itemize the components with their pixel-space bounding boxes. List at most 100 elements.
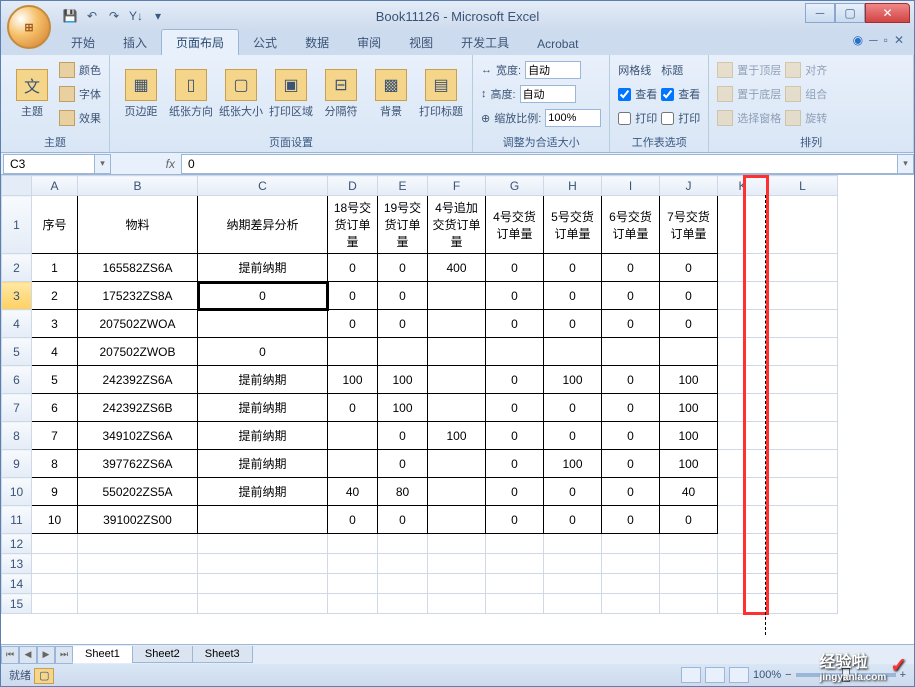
cell[interactable] xyxy=(78,554,198,574)
row-header-9[interactable]: 9 xyxy=(2,450,32,478)
row-header-12[interactable]: 12 xyxy=(2,534,32,554)
cell[interactable]: 0 xyxy=(198,338,328,366)
cell[interactable]: 100 xyxy=(328,366,378,394)
cell[interactable] xyxy=(486,338,544,366)
cell[interactable] xyxy=(328,450,378,478)
cell[interactable] xyxy=(660,574,718,594)
redo-icon[interactable]: ↷ xyxy=(105,7,123,25)
cell[interactable]: 0 xyxy=(602,310,660,338)
cell[interactable]: 207502ZWOB xyxy=(78,338,198,366)
width-input[interactable] xyxy=(525,61,581,79)
cell[interactable] xyxy=(198,310,328,338)
cell[interactable]: 0 xyxy=(660,310,718,338)
cell[interactable] xyxy=(768,422,838,450)
cell[interactable] xyxy=(768,506,838,534)
cell[interactable]: 40 xyxy=(660,478,718,506)
cell[interactable]: 18号交货订单量 xyxy=(328,196,378,254)
cell[interactable]: 0 xyxy=(378,310,428,338)
cell[interactable] xyxy=(768,282,838,310)
orientation-button[interactable]: ▯纸张方向 xyxy=(168,59,214,129)
cell[interactable]: 0 xyxy=(544,422,602,450)
bring-front-button[interactable]: 置于顶层 xyxy=(717,59,781,81)
cell[interactable] xyxy=(428,594,486,614)
cell[interactable]: 100 xyxy=(660,394,718,422)
col-header-C[interactable]: C xyxy=(198,176,328,196)
cell[interactable]: 0 xyxy=(544,310,602,338)
cell[interactable]: 4号追加交货订单量 xyxy=(428,196,486,254)
cell[interactable] xyxy=(544,338,602,366)
tab-view[interactable]: 视图 xyxy=(395,30,447,55)
cell[interactable]: 0 xyxy=(486,478,544,506)
col-header-B[interactable]: B xyxy=(78,176,198,196)
cell[interactable]: 提前纳期 xyxy=(198,450,328,478)
close-button[interactable]: ✕ xyxy=(865,3,910,23)
cell[interactable]: 0 xyxy=(378,506,428,534)
cell[interactable]: 0 xyxy=(486,394,544,422)
cell[interactable] xyxy=(718,506,768,534)
cell[interactable] xyxy=(768,254,838,282)
cell[interactable]: 175232ZS8A xyxy=(78,282,198,310)
margins-button[interactable]: ▦页边距 xyxy=(118,59,164,129)
cell[interactable] xyxy=(718,554,768,574)
cell[interactable] xyxy=(428,394,486,422)
cell[interactable]: 0 xyxy=(602,282,660,310)
formula-expand-icon[interactable]: ▾ xyxy=(898,154,914,174)
row-header-3[interactable]: 3 xyxy=(2,282,32,310)
cell[interactable] xyxy=(768,594,838,614)
cell[interactable] xyxy=(768,366,838,394)
row-header-7[interactable]: 7 xyxy=(2,394,32,422)
cell[interactable] xyxy=(718,478,768,506)
cell[interactable] xyxy=(718,574,768,594)
tab-developer[interactable]: 开发工具 xyxy=(447,30,523,55)
cell[interactable] xyxy=(718,422,768,450)
cell[interactable]: 0 xyxy=(602,394,660,422)
row-header-4[interactable]: 4 xyxy=(2,310,32,338)
cell[interactable]: 0 xyxy=(486,506,544,534)
cell[interactable]: 0 xyxy=(544,506,602,534)
help-icon[interactable]: ◉ xyxy=(853,33,863,47)
cell[interactable]: 序号 xyxy=(32,196,78,254)
cell[interactable]: 0 xyxy=(378,422,428,450)
fonts-button[interactable]: 字体 xyxy=(59,83,101,105)
tab-formulas[interactable]: 公式 xyxy=(239,30,291,55)
cell[interactable] xyxy=(428,478,486,506)
cell[interactable]: 0 xyxy=(660,506,718,534)
row-header-2[interactable]: 2 xyxy=(2,254,32,282)
cell[interactable]: 0 xyxy=(486,422,544,450)
col-header-I[interactable]: I xyxy=(602,176,660,196)
scale-input[interactable] xyxy=(545,109,601,127)
cell[interactable] xyxy=(32,574,78,594)
cell[interactable] xyxy=(768,534,838,554)
headings-view-checkbox[interactable] xyxy=(661,88,674,101)
doc-minimize-icon[interactable]: ─ xyxy=(869,33,878,47)
normal-view-button[interactable] xyxy=(681,667,701,683)
effects-button[interactable]: 效果 xyxy=(59,107,101,129)
cell[interactable] xyxy=(78,594,198,614)
cell[interactable] xyxy=(78,574,198,594)
col-header-J[interactable]: J xyxy=(660,176,718,196)
cell[interactable] xyxy=(428,338,486,366)
sheet-next-button[interactable]: ▶ xyxy=(37,646,55,664)
cell[interactable] xyxy=(428,554,486,574)
row-header-14[interactable]: 14 xyxy=(2,574,32,594)
cell[interactable] xyxy=(428,574,486,594)
row-header-1[interactable]: 1 xyxy=(2,196,32,254)
cell[interactable]: 0 xyxy=(602,450,660,478)
cell[interactable]: 0 xyxy=(602,478,660,506)
cell[interactable] xyxy=(486,534,544,554)
cell[interactable] xyxy=(718,310,768,338)
cell[interactable] xyxy=(328,422,378,450)
cell[interactable] xyxy=(328,574,378,594)
sheet-prev-button[interactable]: ◀ xyxy=(19,646,37,664)
cell[interactable] xyxy=(32,554,78,574)
cell[interactable]: 提前纳期 xyxy=(198,254,328,282)
breaks-button[interactable]: ⊟分隔符 xyxy=(318,59,364,129)
cell[interactable] xyxy=(428,506,486,534)
cell[interactable]: 6号交货订单量 xyxy=(602,196,660,254)
cell[interactable]: 0 xyxy=(486,282,544,310)
cell[interactable]: 物料 xyxy=(78,196,198,254)
tab-review[interactable]: 审阅 xyxy=(343,30,395,55)
cell[interactable] xyxy=(768,310,838,338)
cell[interactable] xyxy=(602,574,660,594)
row-header-15[interactable]: 15 xyxy=(2,594,32,614)
